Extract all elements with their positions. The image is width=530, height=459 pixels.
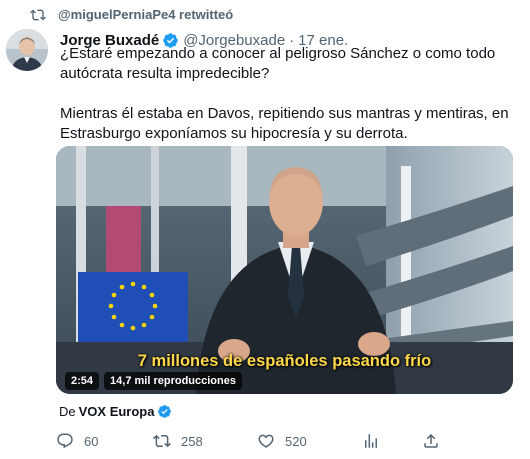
verified-badge-icon xyxy=(157,404,172,419)
retweet-banner: @miguelPerniaPe4 retwitteó xyxy=(30,5,233,23)
retweet-button[interactable]: 258 xyxy=(153,432,203,450)
like-button[interactable]: 520 xyxy=(257,432,307,450)
analytics-button[interactable] xyxy=(362,432,390,450)
analytics-icon xyxy=(362,432,380,450)
video-meta: 2:54 14,7 mil reproducciones xyxy=(65,372,242,390)
heart-icon xyxy=(257,432,275,450)
video-views: 14,7 mil reproducciones xyxy=(104,372,242,390)
avatar[interactable] xyxy=(6,29,48,71)
retweet-icon xyxy=(153,432,171,450)
source-prefix: De xyxy=(59,404,76,419)
reply-count: 60 xyxy=(84,433,99,449)
share-icon xyxy=(422,432,440,450)
retweet-icon xyxy=(30,7,46,21)
video-player[interactable]: 7 millones de españoles pasando frío 2:5… xyxy=(56,146,513,394)
like-count: 520 xyxy=(285,433,307,449)
tweet-actions: 60 258 520 xyxy=(56,432,456,452)
source-name[interactable]: VOX Europa xyxy=(79,404,155,419)
video-subtitle: 7 millones de españoles pasando frío xyxy=(137,352,432,370)
reply-button[interactable]: 60 xyxy=(56,432,98,450)
video-source: De VOX Europa xyxy=(59,404,176,419)
tweet-text: ¿Estaré empezando a conocer al peligroso… xyxy=(60,44,515,144)
reply-icon xyxy=(56,432,74,450)
share-button[interactable] xyxy=(422,432,450,450)
retweeted-by-text[interactable]: @miguelPerniaPe4 retwitteó xyxy=(58,7,233,22)
tweet-text-paragraph-1: ¿Estaré empezando a conocer al peligroso… xyxy=(60,45,496,82)
retweet-count: 258 xyxy=(181,433,203,449)
tweet-text-paragraph-2: Mientras él estaba en Davos, repitiendo … xyxy=(60,105,509,142)
video-duration: 2:54 xyxy=(65,372,100,390)
